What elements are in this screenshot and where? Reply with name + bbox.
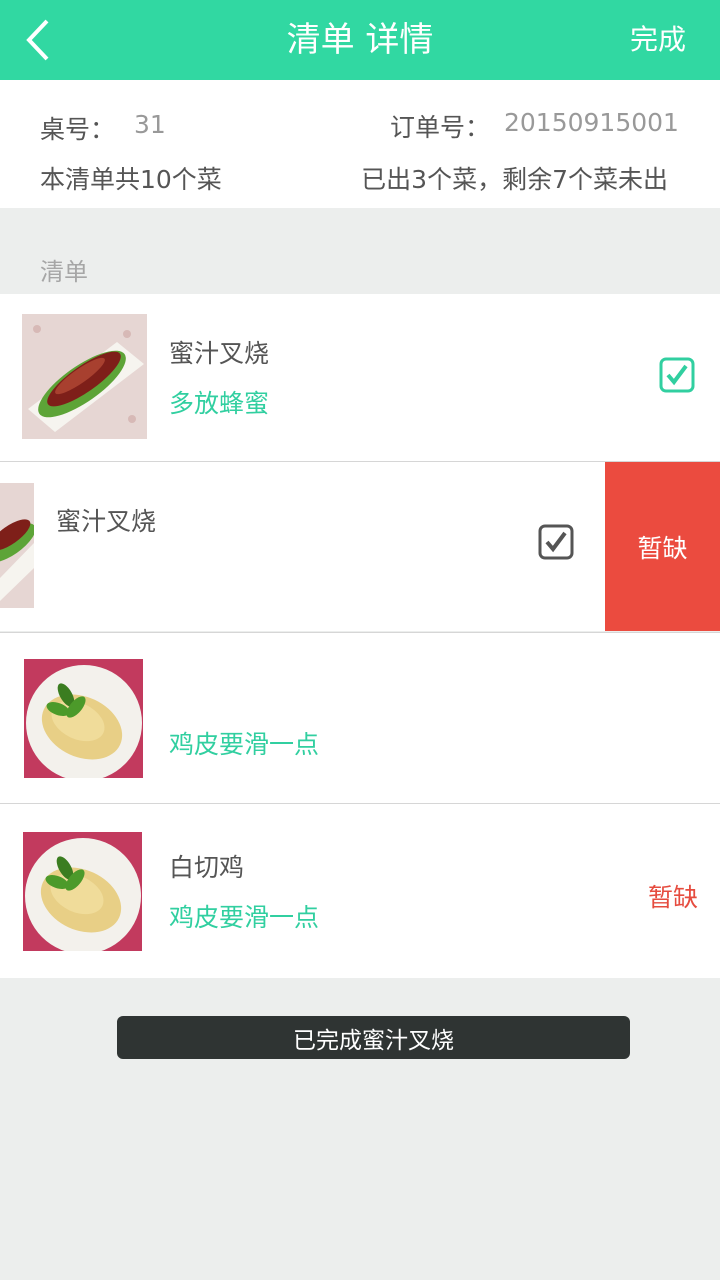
dish-total: 本清单共10个菜 <box>40 165 222 194</box>
list-item[interactable]: 白切鸡 鸡皮要滑一点 暂缺 <box>0 804 720 978</box>
top-bar: 清单 详情 完成 <box>0 0 720 80</box>
done-button[interactable]: 完成 <box>630 0 686 80</box>
dish-name: 蜜汁叉烧 <box>56 507 157 536</box>
dish-image-char-siu <box>22 314 147 439</box>
list-item[interactable]: 蜜汁叉烧 多放蜂蜜 <box>0 294 720 461</box>
order-number: 20150915001 <box>504 108 679 137</box>
page-title: 清单 详情 <box>286 20 434 60</box>
out-of-stock-button[interactable]: 暂缺 <box>605 462 720 631</box>
out-of-stock-status: 暂缺 <box>648 883 699 912</box>
dish-note: 多放蜂蜜 <box>169 389 270 418</box>
checkbox-checked-icon <box>659 357 695 393</box>
checkbox-checked-icon <box>538 524 574 560</box>
toast-message: 已完成蜜汁叉烧 <box>117 1016 630 1059</box>
order-label: 订单号： <box>390 113 491 142</box>
dish-image-chicken <box>23 832 142 951</box>
served-checkbox[interactable] <box>659 357 695 397</box>
dish-image-char-siu <box>0 483 34 608</box>
table-label: 桌号： <box>40 115 116 144</box>
list-item[interactable]: 鸡皮要滑一点 <box>0 633 720 803</box>
dish-note: 鸡皮要滑一点 <box>169 903 320 932</box>
order-summary: 桌号： 31 订单号： 20150915001 本清单共10个菜 已出3个菜，剩… <box>0 80 720 208</box>
dish-note: 鸡皮要滑一点 <box>169 730 320 759</box>
dish-name: 蜜汁叉烧 <box>169 339 270 368</box>
dish-image-chicken <box>24 659 143 778</box>
served-checkbox[interactable] <box>538 524 574 564</box>
dish-progress: 已出3个菜，剩余7个菜未出 <box>361 165 668 194</box>
dish-name: 白切鸡 <box>169 853 245 882</box>
section-label: 清单 <box>40 258 88 286</box>
table-number: 31 <box>134 110 166 139</box>
list-item[interactable]: 蜜汁叉烧 暂缺 <box>0 462 720 631</box>
